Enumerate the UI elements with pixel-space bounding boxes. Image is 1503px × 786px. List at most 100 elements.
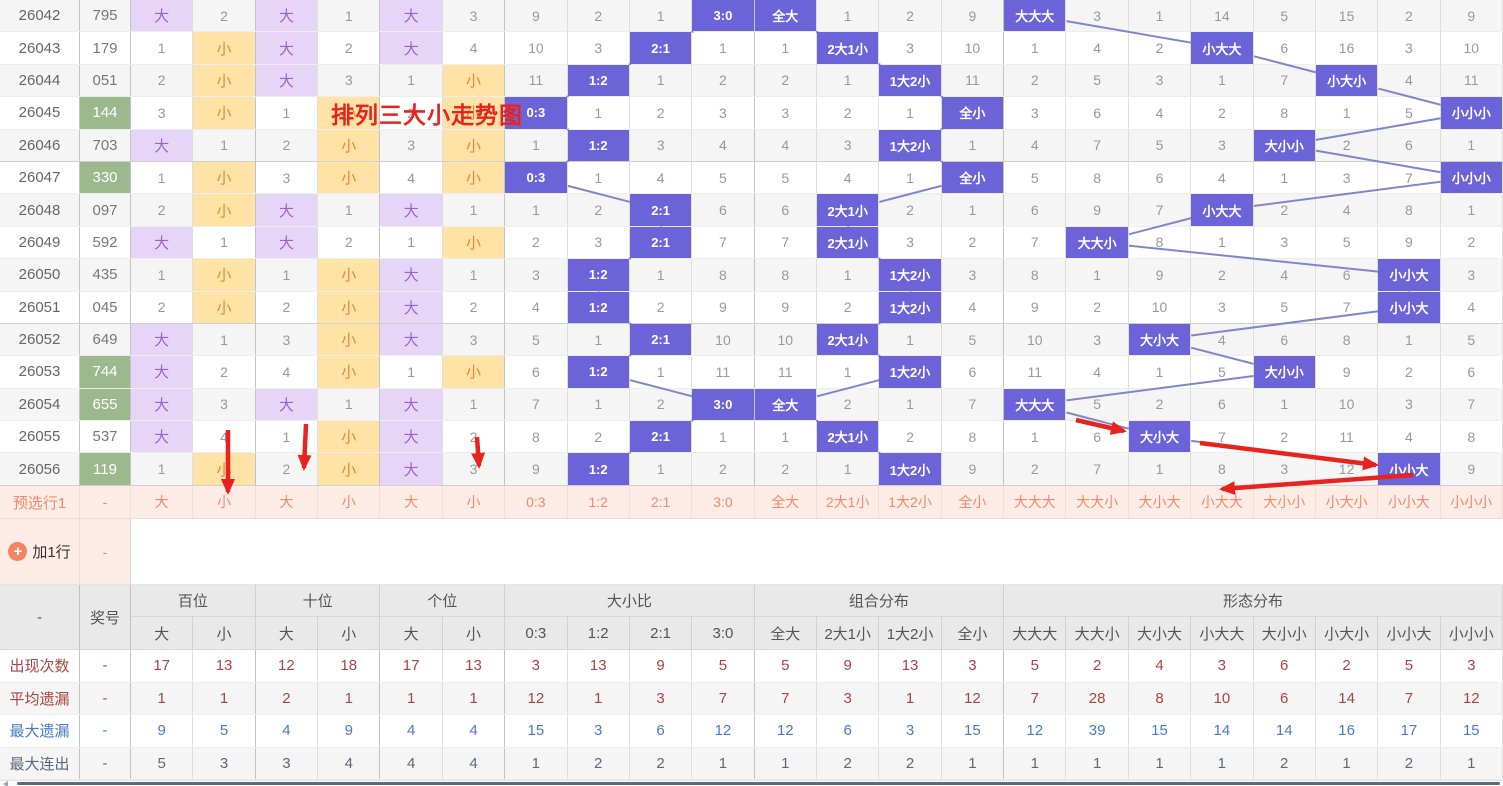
trend-cell: 4 [1191,161,1254,194]
trend-cell: 4 [256,356,319,388]
preselect-cell[interactable]: 小小小 [1441,486,1503,518]
trend-cell: 6 [1066,97,1129,129]
trend-cell: 9 [942,0,1005,32]
trend-cell: 小 [193,32,256,64]
period-cell: 26051 [0,291,80,323]
preselect-cell[interactable]: 全小 [942,486,1005,518]
prize-cell: 097 [80,194,131,226]
trend-cell: 2 [443,291,506,323]
preselect-cell[interactable]: 大 [380,486,443,518]
trend-cell: 2 [380,97,443,129]
trend-cell: 大 [380,291,443,323]
preselect-cell[interactable]: 大小小 [1254,486,1316,518]
trend-cell: 8 [942,421,1005,453]
period-cell: 26049 [0,226,80,259]
trend-cell: 11 [1316,421,1379,453]
trend-cell: 2 [568,194,630,226]
stats-value-cell: 13 [193,650,256,682]
trend-cell: 1大2小 [879,129,942,161]
preselect-cell[interactable]: 0:3 [505,486,568,518]
trend-cell: 2 [879,421,942,453]
stats-value-cell: 4 [443,715,506,747]
trend-cell: 3 [755,97,817,129]
trend-cell: 3 [318,64,381,97]
preselect-cell[interactable]: 小大大 [1191,486,1254,518]
trend-cell: 小 [193,161,256,194]
stats-row: 平均遗漏 -1 1 2 1 1 1 12 1 3 7 7 3 1 12 7 28 8 10 6 14 7 12 [0,682,1503,715]
preselect-cell[interactable]: 小小大 [1378,486,1441,518]
trend-cell: 2:1 [629,32,693,64]
trend-cell: 11 [1441,64,1503,97]
trend-cell: 8 [1004,259,1067,291]
stats-value-cell: 28 [1066,682,1129,714]
preselect-cell[interactable]: 大小大 [1129,486,1192,518]
stats-value-cell: 15 [505,715,568,747]
trend-cell: 2大1小 [816,32,880,64]
trend-cell: 小 [442,97,506,129]
stats-value-cell: 1 [131,682,194,714]
trend-cell: 12 [1316,453,1379,485]
stats-value-cell: 7 [1378,682,1441,714]
trend-cell: 1 [879,388,942,421]
trend-cell: 4 [443,32,506,64]
stats-value-cell: 3 [630,682,693,714]
scrollbar-left-arrow-icon[interactable] [3,781,8,786]
stats-value-cell: 12 [942,682,1005,714]
trend-cell: 全大 [754,0,817,32]
preselect-cell[interactable]: 小大小 [1316,486,1379,518]
trend-cell: 2 [817,291,880,323]
period-cell: 26045 [0,97,80,129]
trend-cell: 3:0 [692,0,755,32]
trend-cell: 1 [817,453,880,485]
stats-value-cell: 2 [256,682,319,714]
trend-cell: 9 [1316,356,1379,388]
trend-cell: 大小大 [1128,323,1192,356]
trend-cell: 3 [1254,226,1316,259]
preselect-cell[interactable]: 小 [318,486,381,518]
preselect-cell[interactable]: 全大 [755,486,817,518]
trend-cell: 小 [442,226,506,259]
preselect-cell[interactable]: 3:0 [692,486,755,518]
horizontal-scrollbar[interactable] [0,780,1503,786]
trend-cell: 4 [1129,97,1192,129]
stats-value-cell: 1 [1441,747,1503,779]
trend-cell: 5 [1254,0,1316,32]
add-row-button[interactable]: + 加1行 [0,519,80,584]
trend-cell: 3 [879,32,942,64]
preselect-cell[interactable]: 1大2小 [879,486,942,518]
trend-cell: 4 [1004,129,1067,161]
stats-row: 出现次数 -17 13 12 18 17 13 3 13 9 5 5 9 13 3 5 2 4 3 6 2 5 3 [0,650,1503,683]
trend-cell: 1 [1129,0,1192,32]
trend-cell: 大小小 [1253,129,1316,161]
preselect-cell[interactable]: 2大1小 [817,486,880,518]
trend-cell: 小 [442,356,506,388]
trend-cell: 大 [131,356,194,388]
trend-cell: 7 [1004,226,1067,259]
preselect-cell[interactable]: 小 [443,486,506,518]
trend-cell: 10 [755,323,817,356]
preselect-cell[interactable]: 小 [193,486,256,518]
trend-cell: 1 [131,32,194,64]
trend-cell: 14 [1191,0,1254,32]
trend-cell: 4 [1316,194,1379,226]
trend-cell: 小小大 [1378,291,1441,323]
add-row-prize-cell: - [80,519,131,584]
preselect-cell[interactable]: 大 [131,486,194,518]
scrollbar-thumb[interactable] [17,782,1500,785]
stats-value-cell: 9 [318,715,381,747]
trend-cell: 1 [879,161,942,194]
preselect-cell[interactable]: 1:2 [568,486,630,518]
stats-value-cell: 7 [1004,682,1067,714]
preselect-cell[interactable]: 大大大 [1004,486,1067,518]
preselect-cell[interactable]: 大大小 [1066,486,1129,518]
stats-value-cell: 12 [505,682,568,714]
trend-row: 26055 537 大 4 1 小大 2 8 2 2:1 1 1 2大1小 2 8 1 6 大小大 7 2 11 4 8 [0,421,1503,454]
stats-value-cell: 9 [817,650,880,682]
column-group-header: 百位 [131,585,256,617]
column-subheader: 小 [442,617,506,650]
preselect-row: 预选行1- 大小大小大小 0:3 1:2 2:1 3:0 全大 2大1小 1大2小 全小 大大大 大大… [0,486,1503,519]
preselect-cell[interactable]: 2:1 [630,486,693,518]
preselect-cell[interactable]: 大 [256,486,319,518]
trend-cell: 8 [1378,194,1441,226]
stats-value-cell: 1 [318,682,381,714]
